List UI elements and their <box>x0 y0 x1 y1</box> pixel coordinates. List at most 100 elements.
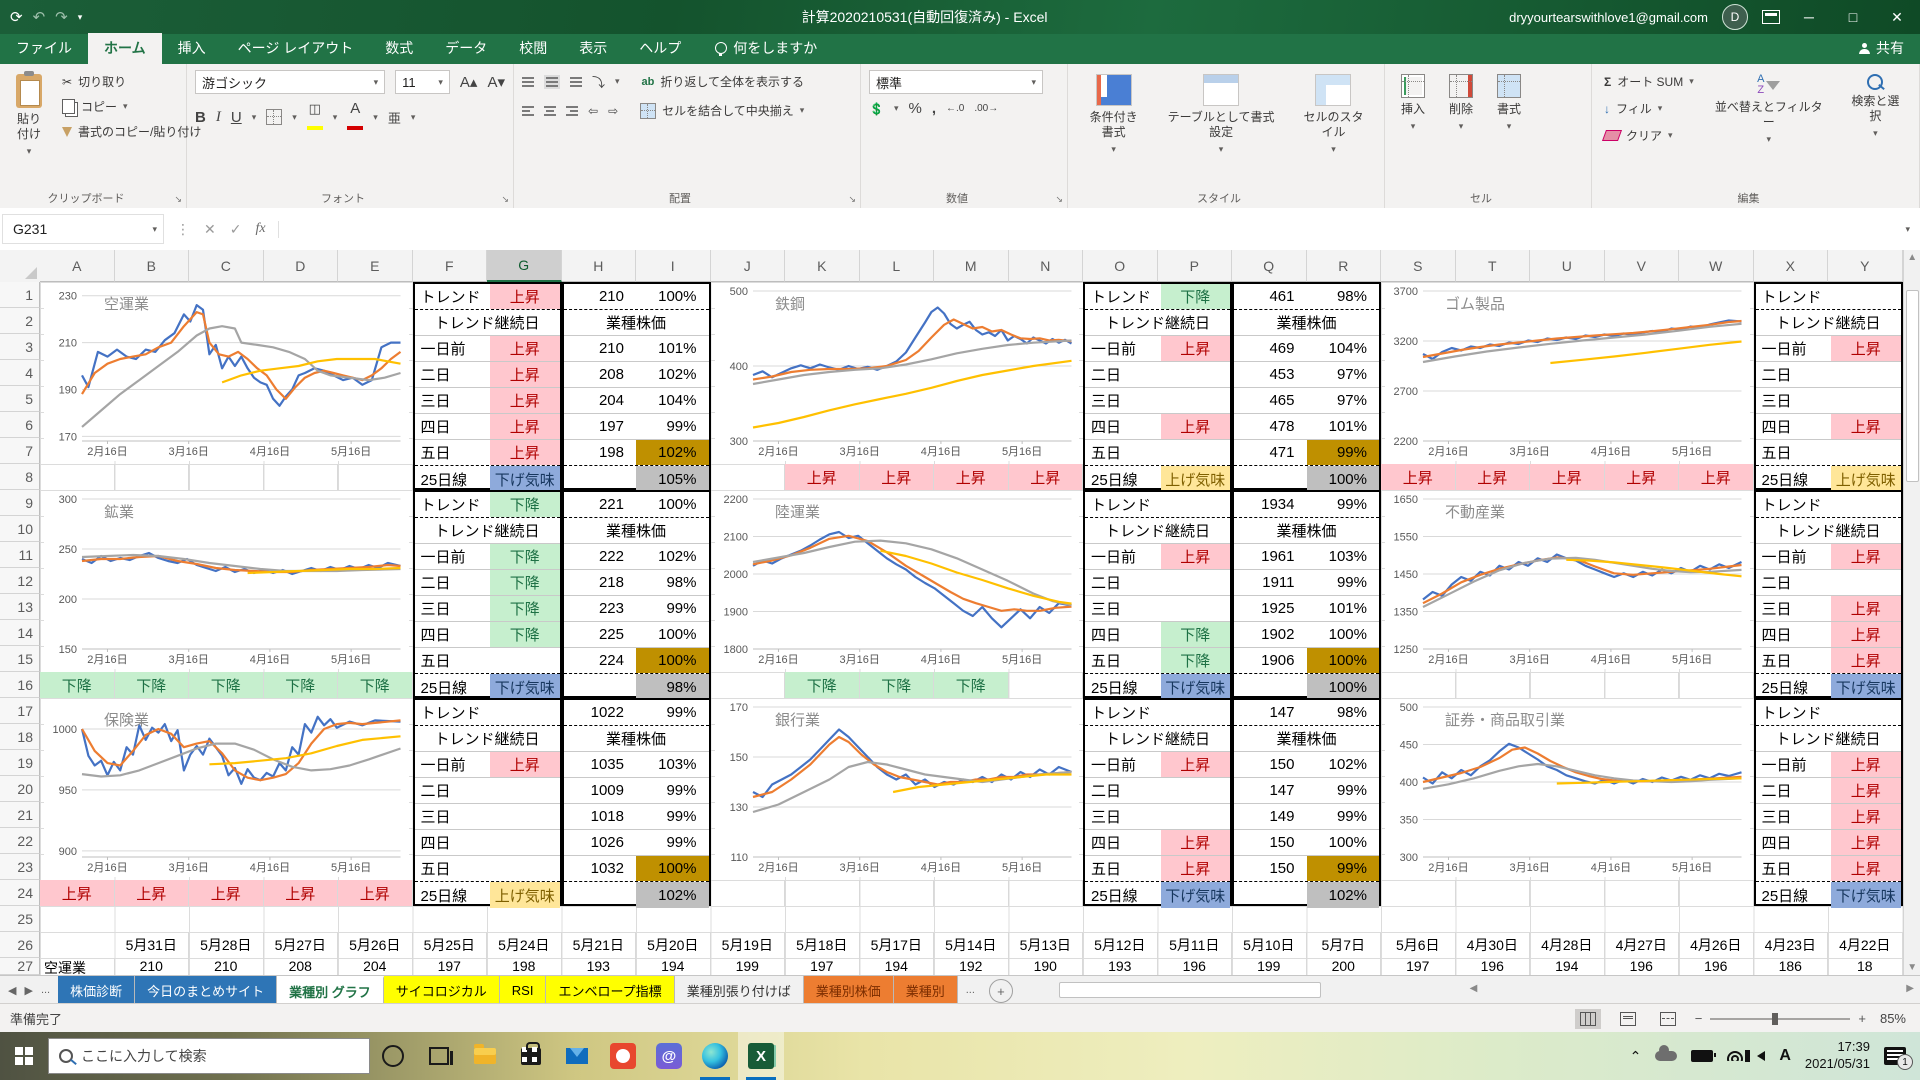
insert-function-icon[interactable]: fx <box>255 221 265 237</box>
day-label[interactable]: 五日 <box>1085 648 1161 673</box>
day-label[interactable]: 一日前 <box>1756 544 1832 569</box>
day-trend-value[interactable]: 上昇 <box>1161 544 1231 569</box>
day-trend-value[interactable] <box>490 778 560 803</box>
day-price[interactable]: 1902 <box>1234 622 1307 647</box>
font-color-button[interactable]: A <box>347 100 363 134</box>
day-trend-value[interactable]: 上昇 <box>1831 544 1901 569</box>
day-pct[interactable]: 99% <box>1307 804 1380 829</box>
conditional-formatting-button[interactable]: 条件付き書式▾ <box>1076 70 1151 190</box>
day-label[interactable]: 三日 <box>415 596 491 621</box>
bottom-row-cell[interactable]: 196 <box>1679 958 1754 975</box>
chart-不動産業[interactable]: 165015501450135012502月16日3月16日4月16日5月16日… <box>1385 491 1750 669</box>
day-label[interactable]: 四日 <box>1756 414 1832 439</box>
day-trend-value[interactable]: 下降 <box>490 596 560 621</box>
sheet-tab-業種別張り付けば[interactable]: 業種別張り付けば <box>675 976 804 1004</box>
sheet-tab-サイコロジカル[interactable]: サイコロジカル <box>384 976 500 1004</box>
day-trend-value[interactable] <box>490 830 560 855</box>
bottom-row-cell[interactable]: 192 <box>934 958 1009 975</box>
price-table-保険業[interactable]: 102299%業種株価1035103%100999%101899%102699%… <box>562 698 711 906</box>
day-pct[interactable]: 99% <box>1307 440 1380 465</box>
ma-label[interactable]: 25日線 <box>1085 882 1161 908</box>
day-trend-value[interactable] <box>1161 388 1231 413</box>
trend-days-header[interactable]: トレンド継続日 <box>1756 726 1901 751</box>
day-pct[interactable]: 103% <box>1307 544 1380 569</box>
day-label[interactable]: 二日 <box>1756 778 1832 803</box>
day-label[interactable]: 四日 <box>1085 414 1161 439</box>
ma-price-empty[interactable] <box>564 882 637 908</box>
day-price[interactable]: 197 <box>564 414 637 439</box>
trend-strip-cell[interactable] <box>1381 880 1456 906</box>
date-cell[interactable]: 5月31日 <box>115 932 190 958</box>
trend-value[interactable] <box>1831 284 1901 309</box>
row-header-16[interactable]: 16 <box>0 672 40 698</box>
trend-strip-cell[interactable] <box>1530 880 1605 906</box>
row-header-7[interactable]: 7 <box>0 438 40 464</box>
insert-cells-button[interactable]: 挿入▾ <box>1393 70 1433 190</box>
trend-table-銀行業[interactable]: トレンドトレンド継続日一日前上昇二日三日四日上昇五日上昇25日線下げ気味 <box>1083 698 1232 906</box>
date-cell[interactable]: 5月26日 <box>338 932 413 958</box>
bottom-row-cell[interactable]: 18 <box>1828 958 1903 975</box>
price-table-空運業[interactable]: 210100%業種株価210101%208102%204104%19799%19… <box>562 282 711 490</box>
chart-空運業[interactable]: 2302101901702月16日3月16日4月16日5月16日空運業 <box>44 283 409 461</box>
day-price[interactable]: 465 <box>1234 388 1307 413</box>
day-price[interactable]: 453 <box>1234 362 1307 387</box>
ma-pct[interactable]: 98% <box>636 674 709 700</box>
day-pct[interactable]: 100% <box>1307 622 1380 647</box>
bottom-row-cell[interactable]: 198 <box>487 958 562 975</box>
day-price[interactable]: 208 <box>564 362 637 387</box>
day-price[interactable]: 210 <box>564 336 637 361</box>
sheet-tab-RSI[interactable]: RSI <box>500 976 547 1004</box>
pct-total[interactable]: 100% <box>636 492 709 517</box>
day-trend-value[interactable]: 下降 <box>490 544 560 569</box>
price-header[interactable]: 業種株価 <box>1234 518 1379 543</box>
row-header-26[interactable]: 26 <box>0 932 40 958</box>
find-select-button[interactable]: 検索と選択▾ <box>1840 70 1911 190</box>
column-header-G[interactable]: G <box>487 250 562 282</box>
day-pct[interactable]: 102% <box>636 544 709 569</box>
day-trend-value[interactable]: 上昇 <box>1161 336 1231 361</box>
day-price[interactable]: 1925 <box>1234 596 1307 621</box>
bottom-row-cell[interactable]: 197 <box>785 958 860 975</box>
ribbon-tab-データ[interactable]: データ <box>429 33 503 64</box>
day-pct[interactable]: 102% <box>636 362 709 387</box>
font-name-select[interactable]: 游ゴシック▾ <box>195 70 385 94</box>
expand-formula-bar-icon[interactable]: ▾ <box>1895 224 1920 235</box>
ma-pct[interactable]: 102% <box>1307 882 1380 908</box>
price-table-陸運業[interactable]: 193499%業種株価1961103%191199%1925101%190210… <box>1232 490 1381 698</box>
row-header-14[interactable]: 14 <box>0 620 40 646</box>
day-pct[interactable]: 99% <box>1307 570 1380 595</box>
bottom-row-cell[interactable]: 210 <box>115 958 190 975</box>
sheet-tab-業種別 グラフ[interactable]: 業種別 グラフ <box>277 976 384 1004</box>
row-header-25[interactable]: 25 <box>0 906 40 932</box>
speaker-icon[interactable] <box>1757 1051 1765 1061</box>
minimize-button[interactable]: ─ <box>1794 9 1824 25</box>
price-header[interactable]: 業種株価 <box>1234 310 1379 335</box>
trend-strip-cell[interactable]: 下降 <box>40 672 115 698</box>
day-trend-value[interactable]: 下降 <box>490 622 560 647</box>
day-pct[interactable]: 102% <box>1307 752 1380 777</box>
day-price[interactable]: 147 <box>1234 778 1307 803</box>
date-cell[interactable]: 5月18日 <box>785 932 860 958</box>
row-header-21[interactable]: 21 <box>0 802 40 828</box>
ribbon-tab-ヘルプ[interactable]: ヘルプ <box>623 33 697 64</box>
day-price[interactable]: 1906 <box>1234 648 1307 673</box>
zoom-in-icon[interactable]: + <box>1858 1011 1866 1026</box>
tab-scroll-left-icon[interactable]: ◀ <box>8 984 16 997</box>
day-label[interactable]: 二日 <box>1085 778 1161 803</box>
decrease-font-icon[interactable]: A▾ <box>487 73 505 91</box>
trend-strip-cell[interactable] <box>1679 880 1754 906</box>
day-price[interactable]: 218 <box>564 570 637 595</box>
column-header-S[interactable]: S <box>1381 250 1456 282</box>
row-header-18[interactable]: 18 <box>0 724 40 750</box>
day-trend-value[interactable] <box>1831 570 1901 595</box>
wrap-text-button[interactable]: ab折り返して全体を表示する <box>638 70 809 93</box>
bottom-row-cell[interactable]: 199 <box>711 958 786 975</box>
day-pct[interactable]: 102% <box>636 440 709 465</box>
column-header-W[interactable]: W <box>1679 250 1754 282</box>
ma-price-empty[interactable] <box>1234 466 1307 492</box>
day-label[interactable]: 一日前 <box>1085 752 1161 777</box>
horizontal-scroll-thumb[interactable] <box>1059 982 1321 998</box>
day-pct[interactable]: 101% <box>1307 414 1380 439</box>
day-trend-value[interactable]: 上昇 <box>490 388 560 413</box>
row-header-9[interactable]: 9 <box>0 490 40 516</box>
